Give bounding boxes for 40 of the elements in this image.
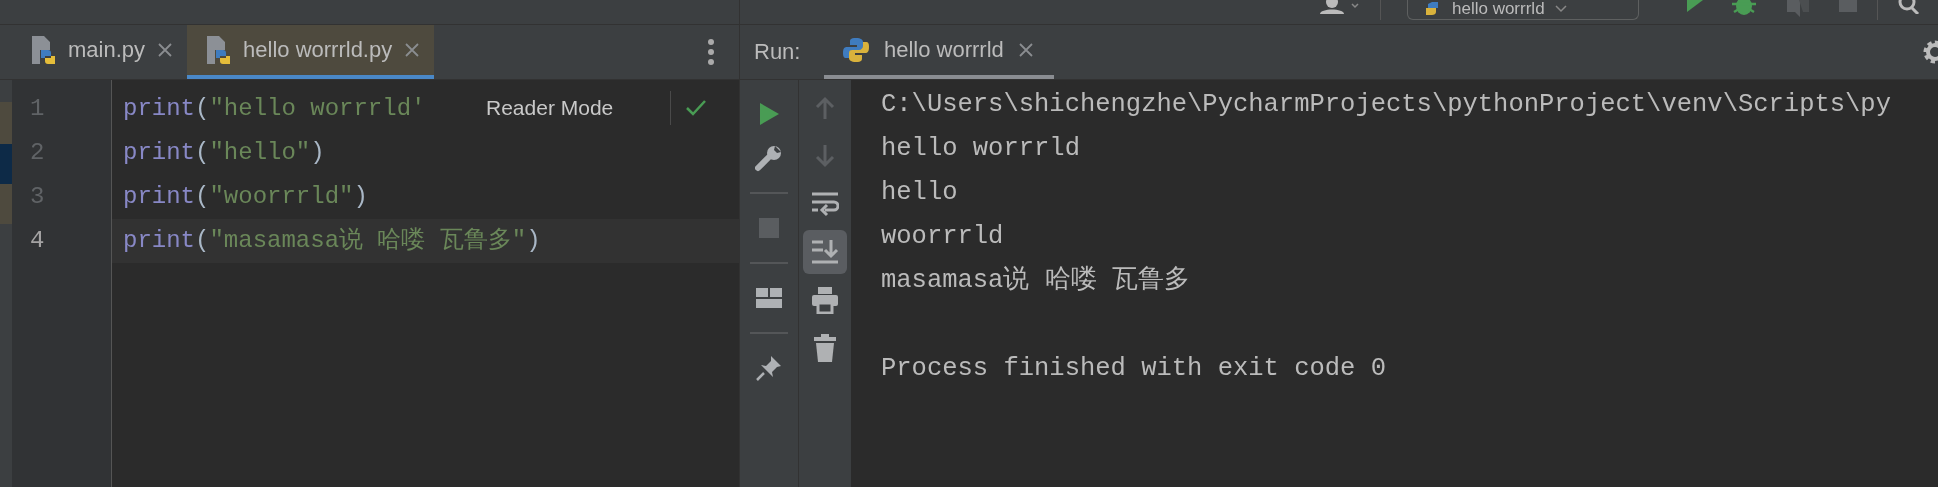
close-icon[interactable] — [404, 42, 421, 58]
soft-wrap-icon[interactable] — [811, 191, 839, 217]
editor-tab[interactable]: main.py — [12, 25, 188, 79]
console-line: hello — [881, 177, 959, 209]
exit-message: Process finished with exit code 0 — [881, 353, 1387, 385]
console-line: C:\Users\shichengzhe\PycharmProjects\pythonProject\venv\Scripts\py — [881, 89, 1892, 121]
python-icon — [842, 36, 870, 64]
console-line: masamasa说 哈喽 瓦鲁多 — [881, 264, 1192, 297]
code-line: print("masamasa说 哈喽 瓦鲁多") — [123, 226, 541, 256]
code-line: print("hello worrrld' — [123, 94, 426, 124]
more-icon[interactable] — [707, 39, 715, 65]
console-line: hello worrrld — [881, 133, 1081, 165]
user-icon[interactable] — [1320, 0, 1360, 14]
pin-icon[interactable] — [756, 355, 782, 381]
scroll-to-end-toggle[interactable] — [803, 230, 847, 274]
run-tab[interactable]: hello worrrld — [824, 25, 1054, 79]
bug-icon[interactable] — [1731, 0, 1757, 18]
editor-tab[interactable]: hello worrrld.py — [187, 25, 435, 79]
printer-icon[interactable] — [811, 286, 839, 314]
line-number: 4 — [29, 226, 46, 256]
console-line: woorrrld — [881, 221, 1005, 253]
wrench-icon[interactable] — [755, 144, 783, 172]
close-icon[interactable] — [1017, 42, 1034, 58]
trash-icon[interactable] — [813, 334, 837, 362]
close-icon[interactable] — [157, 42, 174, 58]
run-icon[interactable] — [758, 102, 780, 126]
search-icon[interactable] — [1898, 0, 1920, 14]
layout-icon[interactable] — [756, 288, 782, 308]
scroll-to-end-icon[interactable] — [811, 239, 839, 265]
run-configuration-dropdown[interactable]: hello worrrld — [1407, 0, 1639, 20]
code-line: print("hello") — [123, 138, 325, 168]
run-panel-label: Run: — [753, 39, 802, 65]
run-configuration-label: hello worrrld — [1452, 0, 1545, 18]
run-icon[interactable] — [1687, 0, 1703, 14]
python-file-icon — [205, 35, 232, 65]
code-line: print("woorrrld") — [123, 182, 368, 212]
python-file-icon — [30, 35, 56, 65]
caret-icon — [1554, 4, 1567, 13]
reader-mode-link[interactable]: Reader Mode — [470, 96, 646, 120]
check-icon — [685, 99, 707, 117]
